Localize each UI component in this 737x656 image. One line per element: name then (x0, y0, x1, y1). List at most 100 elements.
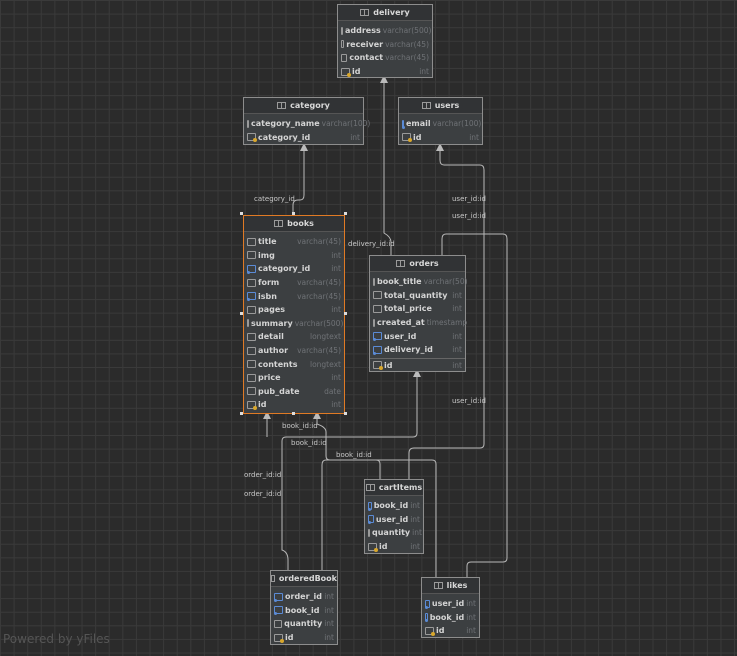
column-row[interactable]: user_id int (365, 513, 423, 527)
foreign-key-icon (247, 264, 256, 274)
table-orderedbook[interactable]: orderedBook order_id int book_id int quantity… (270, 570, 338, 645)
column-row[interactable]: form varchar(45) (244, 276, 344, 290)
column-icon (247, 305, 256, 314)
column-row[interactable]: price int (244, 371, 344, 385)
column-row[interactable]: img int (244, 249, 344, 263)
column-type: int (331, 250, 341, 260)
column-row[interactable]: pub_date date (244, 385, 344, 399)
column-type: int (410, 514, 420, 524)
column-type: int (324, 619, 334, 629)
table-delivery[interactable]: delivery address varchar(500) receiver varch… (337, 4, 433, 78)
resize-handle[interactable] (344, 212, 347, 215)
column-type: int (412, 528, 422, 538)
column-row[interactable]: book_id int (365, 499, 423, 513)
column-name: author (258, 346, 289, 356)
column-type: int (419, 67, 429, 77)
column-row[interactable]: book_id int (271, 604, 337, 618)
column-name: pages (258, 305, 286, 315)
resize-handle[interactable] (240, 212, 243, 215)
column-type: varchar(45) (297, 237, 341, 247)
resize-handle[interactable] (240, 312, 243, 315)
primary-key-icon (247, 400, 257, 410)
column-row[interactable]: delivery_id int (370, 343, 465, 357)
column-name: category_id (258, 132, 311, 142)
column-type: int (452, 290, 462, 300)
table-books[interactable]: books title varchar(45) img int category_id in… (243, 215, 345, 414)
column-row[interactable]: contents longtext (244, 357, 344, 371)
table-icon (433, 582, 443, 589)
column-name: id (384, 360, 393, 370)
table-orders[interactable]: orders book_title varchar(50) total_quantit… (369, 255, 468, 373)
resize-handle[interactable] (344, 312, 347, 315)
resize-handle[interactable] (344, 412, 347, 415)
column-type: varchar(45) (385, 53, 429, 63)
column-row[interactable]: order_id int (271, 590, 337, 604)
table-header: cartItems (365, 480, 423, 496)
column-row[interactable]: email varchar(100) (399, 117, 482, 131)
column-row[interactable]: author varchar(45) (244, 344, 344, 358)
column-type: varchar(50) (423, 277, 468, 287)
table-users[interactable]: users email varchar(100) id int (398, 97, 483, 145)
foreign-key-icon (247, 292, 256, 302)
column-row[interactable]: title varchar(45) (244, 235, 344, 249)
column-row[interactable]: category_name varchar(100) (244, 117, 370, 131)
column-row[interactable]: total_price int (370, 302, 465, 316)
column-row[interactable]: id int (399, 131, 482, 145)
table-header: orderedBook (271, 571, 337, 587)
column-name: address (345, 26, 381, 36)
table-name: category (290, 101, 330, 110)
column-type: int (324, 605, 334, 615)
column-row[interactable]: pages int (244, 303, 344, 317)
column-name: img (258, 250, 275, 260)
column-row[interactable]: id int (244, 398, 344, 412)
column-row[interactable]: id int (271, 631, 337, 645)
table-likes[interactable]: likes user_id int book_id int id int (421, 577, 480, 638)
column-name: contents (258, 359, 298, 369)
column-row[interactable]: id int (338, 65, 432, 79)
column-row[interactable]: category_id int (244, 131, 363, 145)
column-row[interactable]: book_id int (422, 611, 479, 625)
column-icon (247, 373, 256, 382)
column-row[interactable]: created_at timestamp (370, 316, 467, 330)
column-row[interactable]: user_id int (422, 597, 479, 611)
column-name: form (258, 278, 280, 288)
foreign-key-icon (368, 515, 374, 525)
column-name: category_name (251, 119, 320, 129)
table-category[interactable]: category category_name varchar(100) categor… (243, 97, 370, 145)
column-row[interactable]: address varchar(500) (338, 24, 432, 38)
edge-label: book_id:id (336, 451, 372, 459)
column-row[interactable]: contact varchar(45) (338, 51, 432, 65)
column-type: int (331, 264, 341, 274)
resize-handle[interactable] (240, 412, 243, 415)
table-header: users (399, 98, 482, 114)
column-row[interactable]: user_id int (370, 329, 465, 343)
table-header: delivery (338, 5, 432, 21)
column-icon (373, 318, 375, 327)
column-name: contact (349, 53, 384, 63)
column-row[interactable]: quantity int (365, 526, 423, 540)
column-row[interactable]: id int (422, 624, 479, 638)
table-header: orders (370, 256, 465, 272)
column-icon (247, 251, 256, 260)
column-icon (247, 319, 249, 328)
column-row[interactable]: receiver varchar(45) (338, 38, 432, 52)
edge-orders-delivery (380, 75, 392, 255)
column-row[interactable]: isbn varchar(45) (244, 289, 344, 303)
column-row[interactable]: summary varchar(500) (244, 317, 344, 331)
column-icon (373, 277, 375, 286)
column-row[interactable]: category_id int (244, 262, 344, 276)
column-name: created_at (377, 318, 425, 328)
table-cartitems[interactable]: cartItems book_id int user_id int quantity int… (364, 479, 424, 554)
column-name: id (352, 67, 361, 77)
column-name: total_price (384, 304, 432, 314)
column-row[interactable]: detail longtext (244, 330, 344, 344)
column-row[interactable]: id int (370, 359, 465, 373)
column-row[interactable]: id int (365, 540, 423, 554)
column-row[interactable]: total_quantity int (370, 289, 465, 303)
resize-handle[interactable] (292, 412, 295, 415)
column-icon (373, 291, 382, 300)
resize-handle[interactable] (292, 212, 295, 215)
column-row[interactable]: book_title varchar(50) (370, 275, 468, 289)
column-type: varchar(500) (382, 26, 432, 36)
column-row[interactable]: quantity int (271, 617, 337, 631)
